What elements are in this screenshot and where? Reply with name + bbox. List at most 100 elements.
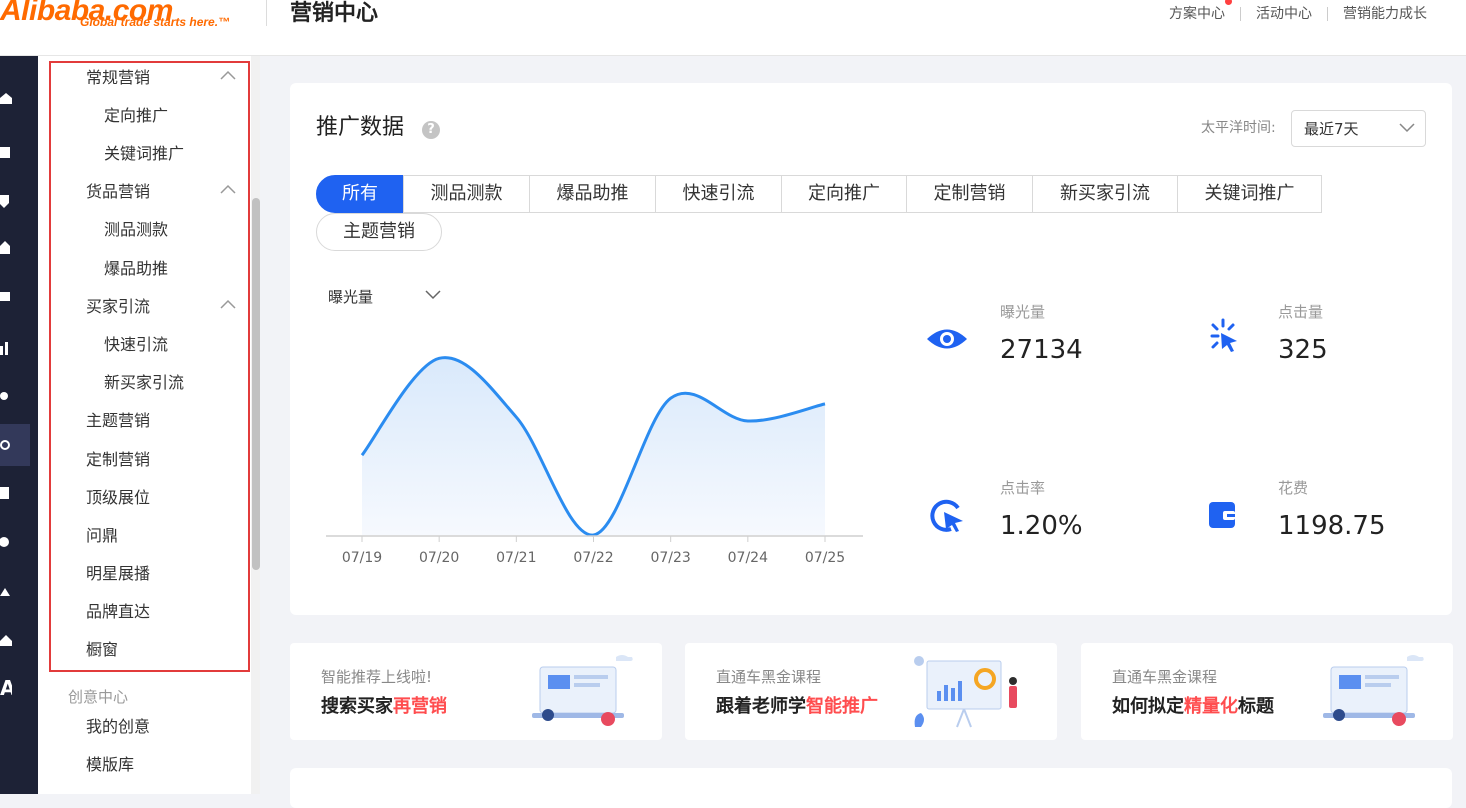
date-range-value: 最近7天 bbox=[1304, 120, 1359, 138]
banner-course-title[interactable]: 直通车黑金课程 如何拟定精量化标题 bbox=[1081, 643, 1453, 740]
top-nav: 方案中心 活动中心 营销能力成长 bbox=[1154, 0, 1442, 24]
nav-link-activities[interactable]: 活动中心 bbox=[1241, 4, 1327, 24]
nav-link-growth[interactable]: 营销能力成长 bbox=[1328, 4, 1442, 24]
finance-icon[interactable] bbox=[0, 588, 10, 596]
tab-custom[interactable]: 定制营销 bbox=[906, 175, 1033, 213]
chart-x-tick-label: 07/20 bbox=[419, 550, 459, 566]
banner-subtitle: 直通车黑金课程 bbox=[716, 668, 822, 686]
translate-icon[interactable]: A bbox=[0, 676, 12, 700]
sidebar-section-regular[interactable]: 常规营销 bbox=[86, 68, 150, 88]
sidebar-section-buyer[interactable]: 买家引流 bbox=[86, 297, 150, 317]
stat-value-impressions: 27134 bbox=[1000, 335, 1083, 365]
bank-icon[interactable] bbox=[0, 635, 12, 646]
tab-theme[interactable]: 主题营销 bbox=[316, 213, 442, 251]
sidebar-item-custom[interactable]: 定制营销 bbox=[86, 450, 150, 470]
sidebar-item-targeted[interactable]: 定向推广 bbox=[104, 106, 168, 126]
laptop-illustration bbox=[1323, 655, 1424, 726]
sidebar-item-boost[interactable]: 爆品助推 bbox=[104, 259, 168, 279]
rail-icons: A bbox=[0, 93, 12, 700]
cursor-circle-icon bbox=[930, 499, 963, 532]
chart-x-tick-label: 07/25 bbox=[805, 550, 845, 566]
stat-label-impressions: 曝光量 bbox=[1000, 303, 1046, 321]
shop-icon[interactable] bbox=[0, 147, 10, 158]
nav-link-solutions[interactable]: 方案中心 bbox=[1154, 0, 1240, 24]
shield-icon[interactable] bbox=[0, 195, 9, 208]
sidebar-section-product[interactable]: 货品营销 bbox=[86, 182, 150, 202]
tab-test-product[interactable]: 测品测款 bbox=[403, 175, 530, 213]
sidebar-item-brand[interactable]: 品牌直达 bbox=[86, 602, 150, 622]
eye-icon bbox=[927, 329, 967, 349]
date-range-select[interactable]: 最近7天 bbox=[1291, 110, 1426, 147]
chart-x-tick-label: 07/22 bbox=[573, 550, 613, 566]
bar-icon-2[interactable] bbox=[5, 342, 8, 355]
sidebar-item-showcase[interactable]: 橱窗 bbox=[86, 640, 118, 660]
impressions-chart: 07/19 07/20 07/21 07/22 07/23 07/24 07/25 bbox=[326, 356, 863, 566]
sidebar-item-star-show[interactable]: 明星展播 bbox=[86, 564, 150, 584]
chat-icon[interactable] bbox=[0, 292, 10, 301]
sidebar-item-templates[interactable]: 模版库 bbox=[86, 755, 134, 775]
sidebar-group-creative: 创意中心 bbox=[68, 688, 129, 706]
stat-label-cost: 花费 bbox=[1278, 479, 1309, 497]
banner-course-smart[interactable]: 直通车黑金课程 跟着老师学智能推广 bbox=[685, 643, 1057, 740]
wallet-icon bbox=[1209, 502, 1235, 528]
sidebar-item-theme[interactable]: 主题营销 bbox=[86, 411, 150, 431]
sidebar-item-new-buyer[interactable]: 新买家引流 bbox=[104, 373, 184, 393]
tab-targeted[interactable]: 定向推广 bbox=[781, 175, 907, 213]
chart-area-fill bbox=[362, 357, 825, 536]
timezone-label: 太平洋时间: bbox=[1201, 120, 1276, 136]
sidebar-item-wending[interactable]: 问鼎 bbox=[86, 526, 118, 546]
sidebar-item-top-position[interactable]: 顶级展位 bbox=[86, 488, 150, 508]
stat-value-ctr: 1.20% bbox=[1000, 511, 1083, 541]
chevron-up-icon[interactable] bbox=[220, 70, 236, 80]
sidebar-item-test-product[interactable]: 测品测款 bbox=[104, 220, 168, 240]
sidebar-item-quick-traffic[interactable]: 快速引流 bbox=[104, 335, 168, 355]
notification-dot bbox=[1225, 0, 1232, 5]
banner-title: 搜索买家再营销 bbox=[321, 696, 447, 717]
alibaba-logo[interactable]: Alibaba.com Global trade starts here.™ bbox=[0, 0, 250, 38]
banner-title: 跟着老师学智能推广 bbox=[716, 696, 878, 717]
people-icon[interactable] bbox=[0, 392, 8, 400]
stat-value-clicks: 325 bbox=[1278, 335, 1328, 365]
header-divider bbox=[266, 0, 267, 26]
icon-rail: A bbox=[0, 56, 38, 794]
page-title: 营销中心 bbox=[290, 1, 379, 26]
tab-all[interactable]: 所有 bbox=[316, 175, 404, 213]
bar-icon-1[interactable] bbox=[0, 346, 3, 355]
help-icon[interactable]: ? bbox=[422, 121, 440, 139]
doc-icon[interactable] bbox=[0, 487, 9, 499]
sidebar-item-keyword[interactable]: 关键词推广 bbox=[104, 144, 184, 164]
card-title: 推广数据 bbox=[316, 115, 405, 140]
chevron-down-icon bbox=[1399, 123, 1415, 133]
banner-title: 如何拟定精量化标题 bbox=[1112, 696, 1274, 717]
chevron-down-icon[interactable] bbox=[425, 290, 441, 300]
home-icon[interactable] bbox=[0, 93, 12, 104]
stat-label-ctr: 点击率 bbox=[1000, 479, 1046, 497]
presentation-illustration bbox=[914, 656, 1017, 728]
chevron-up-icon[interactable] bbox=[220, 184, 236, 194]
top-header: Alibaba.com Global trade starts here.™ 营… bbox=[0, 0, 1466, 56]
chart-x-tick-label: 07/19 bbox=[342, 550, 382, 566]
tab-new-buyer[interactable]: 新买家引流 bbox=[1032, 175, 1178, 213]
store-icon[interactable] bbox=[0, 241, 10, 254]
metric-select[interactable]: 曝光量 bbox=[328, 287, 373, 307]
chart-x-tick-label: 07/24 bbox=[728, 550, 768, 566]
bottom-card bbox=[290, 768, 1452, 808]
tab-boost[interactable]: 爆品助推 bbox=[529, 175, 656, 213]
laptop-illustration bbox=[532, 655, 633, 726]
tab-quick-traffic[interactable]: 快速引流 bbox=[655, 175, 782, 213]
click-burst-icon bbox=[1210, 318, 1237, 352]
marketing-gear-icon[interactable] bbox=[0, 440, 10, 450]
banner-subtitle: 智能推荐上线啦! bbox=[321, 668, 433, 686]
stat-label-clicks: 点击量 bbox=[1278, 303, 1324, 321]
banner-subtitle: 直通车黑金课程 bbox=[1112, 668, 1218, 686]
chart-x-tick-label: 07/21 bbox=[496, 550, 536, 566]
sidebar-item-my-creative[interactable]: 我的创意 bbox=[86, 717, 150, 737]
globe-icon[interactable] bbox=[0, 537, 9, 547]
stat-value-cost: 1198.75 bbox=[1278, 511, 1386, 541]
chart-x-tick-label: 07/23 bbox=[650, 550, 690, 566]
banner-retargeting[interactable]: 智能推荐上线啦! 搜索买家再营销 bbox=[290, 643, 662, 740]
logo-tagline: Global trade starts here.™ bbox=[80, 15, 231, 29]
tab-keyword[interactable]: 关键词推广 bbox=[1177, 175, 1322, 213]
sidebar-scrollbar-thumb[interactable] bbox=[252, 198, 260, 570]
chevron-up-icon[interactable] bbox=[220, 299, 236, 309]
